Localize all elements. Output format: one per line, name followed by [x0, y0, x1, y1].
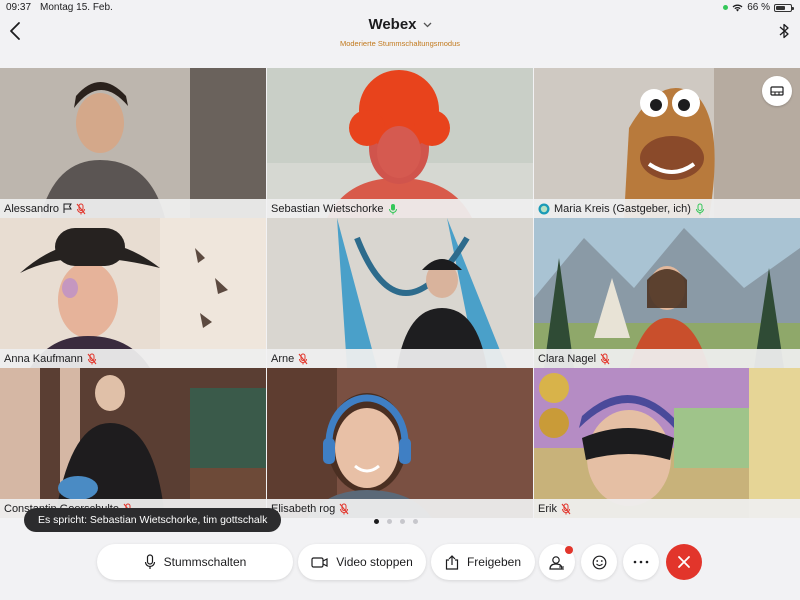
leave-meeting-button[interactable]: [666, 544, 702, 580]
participant-video: [534, 218, 800, 368]
stop-video-button[interactable]: Video stoppen: [298, 544, 426, 580]
page-dot[interactable]: [400, 519, 405, 524]
mute-button[interactable]: Stummschalten: [97, 544, 293, 580]
participant-name: Sebastian Wietschorke: [271, 202, 384, 215]
participant-label: Arne: [267, 349, 533, 368]
meeting-subtitle: Moderierte Stummschaltungsmodus: [339, 39, 461, 48]
video-tile-clara[interactable]: Clara Nagel: [534, 218, 800, 368]
close-icon: [678, 556, 690, 568]
participant-name: Alessandro: [4, 202, 60, 215]
bluetooth-icon[interactable]: [778, 22, 790, 40]
participant-label: Sebastian Wietschorke: [267, 199, 533, 218]
participant-video: [267, 368, 533, 518]
video-tile-anna[interactable]: Anna Kaufmann: [0, 218, 266, 368]
status-right: 66 %: [723, 2, 794, 13]
participant-video: [0, 68, 266, 218]
flag-icon: [63, 203, 72, 213]
reactions-button[interactable]: [581, 544, 617, 580]
camera-in-use-icon: [723, 5, 729, 10]
video-tile-sebastian[interactable]: Sebastian Wietschorke: [267, 68, 533, 218]
smiley-icon: [592, 555, 606, 569]
participant-label: Elisabeth rog: [267, 499, 533, 518]
battery-icon: [774, 3, 794, 12]
mic-muted-icon: [600, 353, 610, 364]
microphone-icon: [144, 554, 155, 569]
participant-video: [0, 218, 266, 368]
video-tile-arne[interactable]: Arne: [267, 218, 533, 368]
meeting-header: Webex Moderierte Stummschaltungsmodus: [0, 14, 800, 50]
status-bar: 09:37 Montag 15. Feb. 66 %: [0, 0, 800, 14]
mic-muted-icon: [298, 353, 308, 364]
page-indicator[interactable]: [374, 519, 418, 524]
participants-icon: [549, 555, 564, 570]
mic-muted-icon: [76, 203, 86, 214]
participant-video: [267, 218, 533, 368]
participants-button[interactable]: [539, 544, 575, 580]
active-speaker-banner: Es spricht: Sebastian Wietschorke, tim g…: [24, 508, 282, 532]
chevron-down-icon: [423, 22, 431, 27]
participant-label: Clara Nagel: [534, 349, 800, 368]
participant-video: [534, 368, 800, 518]
layout-icon: [770, 86, 784, 96]
video-tile-elisabeth[interactable]: Elisabeth rog: [267, 368, 533, 518]
meeting-title: Webex: [368, 16, 417, 33]
status-date: Montag 15. Feb.: [40, 2, 113, 13]
video-tile-erik[interactable]: Erik: [534, 368, 800, 518]
share-button[interactable]: Freigeben: [431, 544, 535, 580]
page-dot[interactable]: [387, 519, 392, 524]
layout-toggle-button[interactable]: [762, 76, 792, 106]
mute-label: Stummschalten: [163, 555, 247, 569]
meeting-toolbar: Stummschalten Video stoppen Freigeben: [0, 540, 800, 586]
video-tile-maria[interactable]: Maria Kreis (Gastgeber, ich): [534, 68, 800, 218]
wifi-icon: [732, 4, 743, 11]
participant-name: Elisabeth rog: [271, 502, 336, 515]
more-icon: [633, 560, 649, 564]
participant-name: Arne: [271, 352, 295, 365]
video-tile-constantin[interactable]: Constantin Goerschulte: [0, 368, 266, 518]
participant-label: Maria Kreis (Gastgeber, ich): [534, 199, 800, 218]
status-time: 09:37: [6, 2, 32, 13]
participant-name: Clara Nagel: [538, 352, 597, 365]
participant-label: Erik: [534, 499, 800, 518]
participant-label: Anna Kaufmann: [0, 349, 266, 368]
page-dot[interactable]: [374, 519, 379, 524]
page-dot[interactable]: [413, 519, 418, 524]
video-tile-alessandro[interactable]: Alessandro: [0, 68, 266, 218]
participant-name: Maria Kreis (Gastgeber, ich): [554, 202, 691, 215]
share-icon: [445, 554, 459, 570]
battery-percent: 66 %: [747, 2, 770, 13]
mic-muted-icon: [339, 503, 349, 514]
mic-active-icon: [695, 203, 704, 214]
participant-label: Alessandro: [0, 199, 266, 218]
notification-badge: [565, 546, 573, 554]
participant-video: [267, 68, 533, 218]
video-label: Video stoppen: [336, 555, 413, 569]
meeting-title-button[interactable]: Webex: [368, 16, 431, 33]
video-grid: Alessandro Sebastian Wietschorke Maria K…: [0, 68, 800, 518]
participant-name: Erik: [538, 502, 557, 515]
more-options-button[interactable]: [623, 544, 659, 580]
participant-video: [534, 68, 800, 218]
share-label: Freigeben: [466, 555, 522, 569]
mic-muted-icon: [561, 503, 571, 514]
participant-name: Anna Kaufmann: [4, 352, 83, 365]
title-block: Webex Moderierte Stummschaltungsmodus: [0, 16, 800, 48]
participant-video: [0, 368, 266, 518]
mic-active-icon: [388, 203, 397, 214]
webex-avatar-icon: [538, 203, 550, 214]
mic-muted-icon: [87, 353, 97, 364]
video-camera-icon: [311, 556, 328, 568]
